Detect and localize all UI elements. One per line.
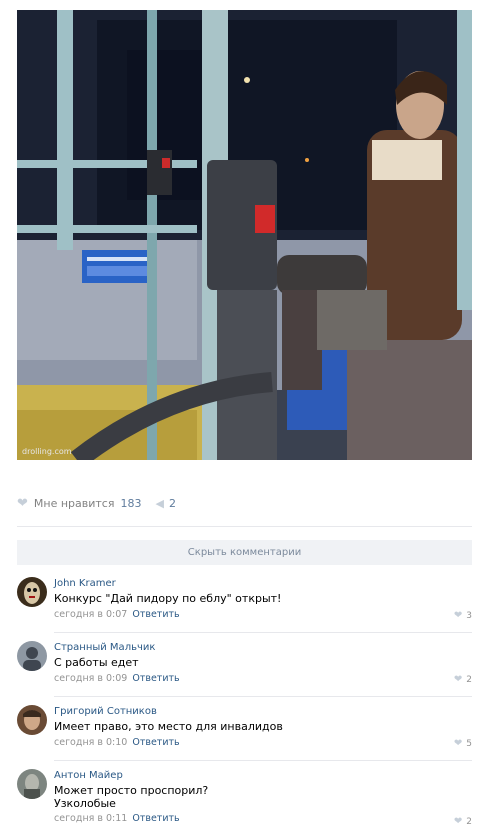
comment-like-button[interactable]: ❤ 2 [454,674,472,685]
comment-text-line-2: Узколобые [54,797,116,810]
comment-like-count: 5 [466,739,472,749]
share-count[interactable]: 2 [169,497,176,510]
hide-comments-button[interactable]: Скрыть комментарии [17,540,472,565]
bus-interior-image [17,10,472,460]
comment: John Kramer Конкурс "Дай пидору по еблу"… [17,577,472,629]
comment: Григорий Сотников Имеет право, это место… [17,705,472,757]
comment-text: Имеет право, это место для инвалидов [54,720,283,733]
comment-like-count: 2 [466,675,472,685]
comment-divider [54,632,472,633]
share-icon[interactable]: ◀ [155,497,163,510]
heart-icon[interactable]: ❤ [17,496,28,511]
comment-text: Может просто проспорил? [54,784,209,797]
comment-like-button[interactable]: ❤ 2 [454,816,472,827]
like-count[interactable]: 183 [120,497,141,510]
comment-time[interactable]: сегодня в 0:07 [54,609,127,620]
comment-divider [54,696,472,697]
comment-author[interactable]: Странный Мальчик [54,641,472,654]
comment-author[interactable]: Григорий Сотников [54,705,472,718]
comment: Антон Майер Может просто проспорил? Узко… [17,769,472,835]
comment-like-count: 3 [466,611,472,621]
comment-text: С работы едет [54,656,139,669]
heart-icon: ❤ [453,738,463,749]
avatar[interactable] [17,705,47,735]
comment-like-count: 2 [466,817,472,827]
reply-link[interactable]: Ответить [132,609,179,620]
heart-icon: ❤ [453,674,463,685]
post-divider [17,526,472,527]
avatar[interactable] [17,577,47,607]
post-photo[interactable]: drolling.com [17,10,472,460]
comment-text: Конкурс "Дай пидору по еблу" открыт! [54,592,282,605]
photo-watermark: drolling.com [22,447,72,456]
comment-like-button[interactable]: ❤ 5 [454,738,472,749]
heart-icon: ❤ [453,610,463,621]
comment-time[interactable]: сегодня в 0:10 [54,737,127,748]
comment-author[interactable]: Антон Майер [54,769,472,782]
like-label[interactable]: Мне нравится [34,497,115,510]
comment: Странный Мальчик С работы едет сегодня в… [17,641,472,693]
reply-link[interactable]: Ответить [132,813,179,824]
comment-like-button[interactable]: ❤ 3 [454,610,472,621]
comment-time[interactable]: сегодня в 0:11 [54,813,127,824]
avatar[interactable] [17,769,47,799]
reply-link[interactable]: Ответить [132,673,179,684]
post-actions: ❤ Мне нравится 183 ◀ 2 [17,494,176,512]
comment-time[interactable]: сегодня в 0:09 [54,673,127,684]
reply-link[interactable]: Ответить [132,737,179,748]
comment-author[interactable]: John Kramer [54,577,472,590]
avatar[interactable] [17,641,47,671]
comment-divider [54,760,472,761]
heart-icon: ❤ [453,816,463,827]
